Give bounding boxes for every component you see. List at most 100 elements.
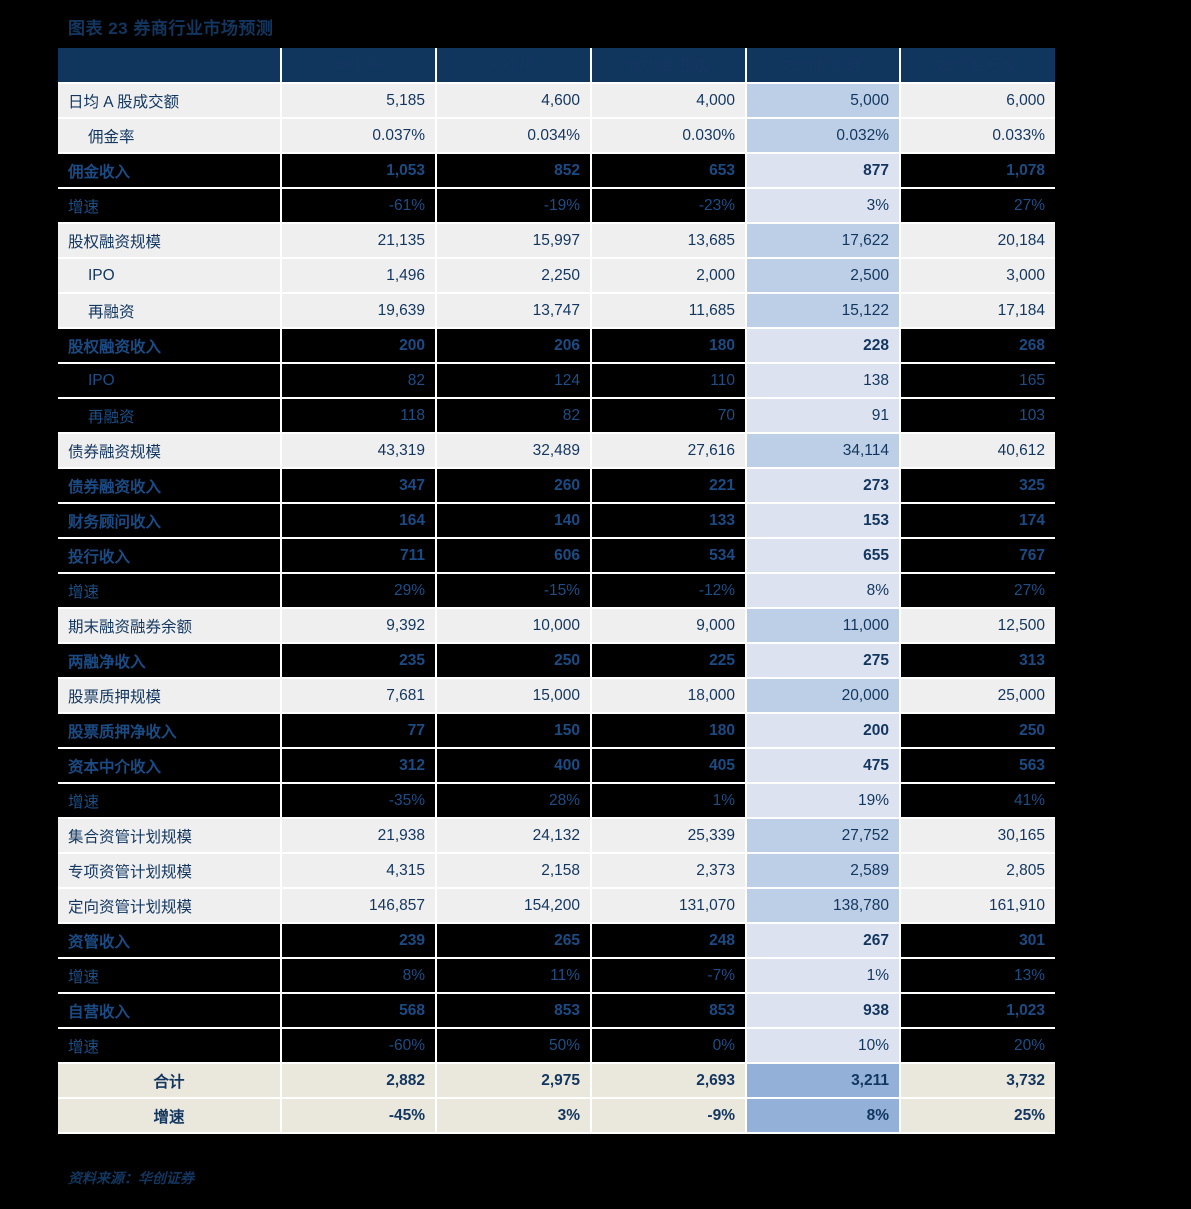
- table-row: 股票质押规模 7,681 15,000 18,000 20,000 25,000: [58, 678, 1055, 714]
- cell-value: 10%: [746, 1028, 901, 1064]
- row-label: 专项资管计划规模: [58, 853, 282, 889]
- cell-value: 164: [281, 503, 437, 539]
- table-row: 财务顾问收入 164 140 133 153 174: [58, 503, 1055, 539]
- cell-value: 325: [900, 468, 1055, 504]
- row-label: 自营收入: [58, 993, 282, 1029]
- row-label: 增速: [58, 1028, 282, 1064]
- cell-value: 10,000: [436, 608, 592, 644]
- cell-value: 0.034%: [436, 118, 592, 154]
- cell-value: 347: [281, 468, 437, 504]
- cell-value: 138,780: [746, 888, 901, 924]
- cell-value: 3%: [746, 188, 901, 224]
- cell-value: 877: [746, 153, 901, 189]
- cell-value: 4,315: [281, 853, 437, 889]
- cell-value: 405: [591, 748, 747, 784]
- table-row: 自营收入 568 853 853 938 1,023: [58, 993, 1055, 1029]
- cell-value: 248: [591, 923, 747, 959]
- row-label: 投行收入: [58, 538, 282, 574]
- cell-value: -60%: [281, 1028, 437, 1064]
- cell-value: 0.032%: [746, 118, 901, 154]
- cell-value: 268: [900, 328, 1055, 364]
- cell-value: 28%: [436, 783, 592, 819]
- row-label: 期末融资融券余额: [58, 608, 282, 644]
- cell-value: 239: [281, 923, 437, 959]
- table-row: IPO 1,496 2,250 2,000 2,500 3,000: [58, 258, 1055, 294]
- table-row: 期末融资融券余额 9,392 10,000 9,000 11,000 12,500: [58, 608, 1055, 644]
- cell-value: 4,000: [591, 83, 747, 119]
- table-row: 两融净收入 235 250 225 275 313: [58, 643, 1055, 679]
- cell-value: 27%: [900, 188, 1055, 224]
- row-label: 股权融资收入: [58, 328, 282, 364]
- cell-value: 5,000: [746, 83, 901, 119]
- cell-value: 25,000: [900, 678, 1055, 714]
- column-header-0: 2016A: [281, 48, 437, 84]
- cell-value: 1,023: [900, 993, 1055, 1029]
- table-row: 再融资 118 82 70 91 103: [58, 398, 1055, 434]
- cell-value: 853: [436, 993, 592, 1029]
- table-header-row: 2016A 2017E 2018E 悲观 2018E 中性 2018E 乐观: [58, 48, 1055, 84]
- row-label: 集合资管计划规模: [58, 818, 282, 854]
- cell-value: 34,114: [746, 433, 901, 469]
- row-label: 债券融资规模: [58, 433, 282, 469]
- cell-value: 11,000: [746, 608, 901, 644]
- table-row: 增速 29% -15% -12% 8% 27%: [58, 573, 1055, 609]
- cell-value: 1,496: [281, 258, 437, 294]
- table-row: 资本中介收入 312 400 405 475 563: [58, 748, 1055, 784]
- cell-value: 400: [436, 748, 592, 784]
- cell-value: 19,639: [281, 293, 437, 329]
- cell-value: 225: [591, 643, 747, 679]
- cell-value: 2,975: [436, 1063, 592, 1099]
- cell-value: 15,000: [436, 678, 592, 714]
- cell-value: 13,685: [591, 223, 747, 259]
- cell-value: 17,184: [900, 293, 1055, 329]
- cell-value: 3%: [436, 1098, 592, 1134]
- row-label: 债券融资收入: [58, 468, 282, 504]
- cell-value: 206: [436, 328, 592, 364]
- cell-value: 852: [436, 153, 592, 189]
- cell-value: 17,622: [746, 223, 901, 259]
- cell-value: 1%: [746, 958, 901, 994]
- cell-value: 20%: [900, 1028, 1055, 1064]
- cell-value: 250: [436, 643, 592, 679]
- cell-value: 153: [746, 503, 901, 539]
- market-forecast-table-container: 2016A 2017E 2018E 悲观 2018E 中性 2018E 乐观 日均 A …: [58, 48, 1055, 1134]
- table-row: 增速 -60% 50% 0% 10% 20%: [58, 1028, 1055, 1064]
- cell-value: 11%: [436, 958, 592, 994]
- row-label: 增速: [58, 573, 282, 609]
- table-row: 增速 -61% -19% -23% 3% 27%: [58, 188, 1055, 224]
- row-label: IPO: [58, 363, 282, 399]
- table-body: 日均 A 股成交额 5,185 4,600 4,000 5,000 6,000 佣金率 0.0…: [58, 83, 1055, 1134]
- table-row: IPO 82 124 110 138 165: [58, 363, 1055, 399]
- cell-value: 534: [591, 538, 747, 574]
- row-label: 增速: [58, 958, 282, 994]
- cell-value: 1,078: [900, 153, 1055, 189]
- cell-value: 8%: [281, 958, 437, 994]
- row-label: IPO: [58, 258, 282, 294]
- cell-value: 18,000: [591, 678, 747, 714]
- cell-value: 3,211: [746, 1063, 901, 1099]
- row-label: 增速: [58, 188, 282, 224]
- row-label: 股票质押净收入: [58, 713, 282, 749]
- source-note: 资料来源：华创证券: [68, 1170, 194, 1186]
- row-label: 财务顾问收入: [58, 503, 282, 539]
- cell-value: 5,185: [281, 83, 437, 119]
- row-label: 佣金收入: [58, 153, 282, 189]
- cell-value: 2,805: [900, 853, 1055, 889]
- cell-value: 40,612: [900, 433, 1055, 469]
- cell-value: 20,000: [746, 678, 901, 714]
- cell-value: 30,165: [900, 818, 1055, 854]
- cell-value: 180: [591, 713, 747, 749]
- cell-value: 133: [591, 503, 747, 539]
- cell-value: 221: [591, 468, 747, 504]
- cell-value: 124: [436, 363, 592, 399]
- table-row: 债券融资收入 347 260 221 273 325: [58, 468, 1055, 504]
- cell-value: 20,184: [900, 223, 1055, 259]
- row-label: 股票质押规模: [58, 678, 282, 714]
- cell-value: 154,200: [436, 888, 592, 924]
- table-row: 合计 2,882 2,975 2,693 3,211 3,732: [58, 1063, 1055, 1099]
- cell-value: 11,685: [591, 293, 747, 329]
- cell-value: 2,000: [591, 258, 747, 294]
- cell-value: -23%: [591, 188, 747, 224]
- table-row: 投行收入 711 606 534 655 767: [58, 538, 1055, 574]
- cell-value: 568: [281, 993, 437, 1029]
